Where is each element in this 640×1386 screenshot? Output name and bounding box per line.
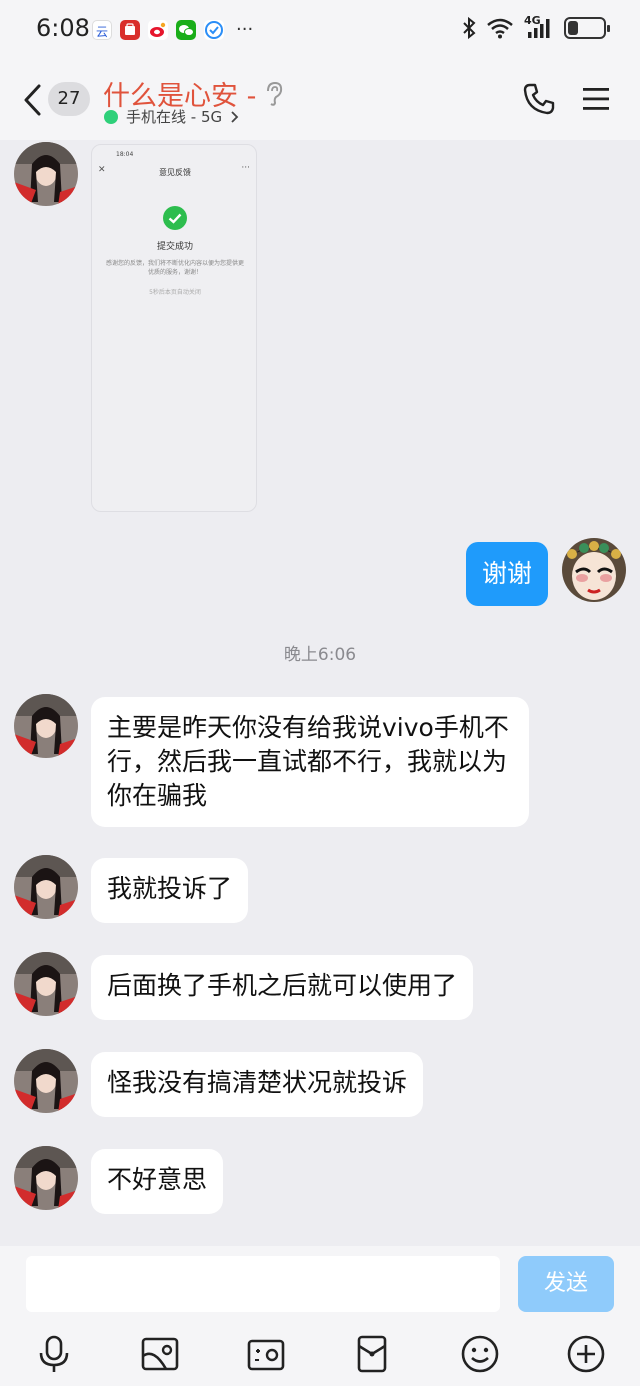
thumb-success-text: 提交成功 <box>156 242 193 252</box>
online-status-text: 手机在线 - 5G <box>126 108 223 126</box>
wifi-icon <box>487 18 513 39</box>
emoji-icon[interactable] <box>460 1334 500 1374</box>
phone-icon[interactable] <box>522 82 556 116</box>
contact-avatar[interactable] <box>14 1146 78 1210</box>
cellular-signal: 4G <box>524 14 554 40</box>
back-arrow-icon[interactable] <box>20 82 46 118</box>
battery-icon <box>564 17 610 39</box>
app-notification-icon: 云 <box>92 20 112 40</box>
incoming-message[interactable]: 我就投诉了 <box>91 858 249 923</box>
microphone-icon[interactable] <box>34 1334 74 1374</box>
contact-avatar[interactable] <box>14 952 78 1016</box>
incoming-message[interactable]: 主要是昨天你没有给我说vivo手机不行，然后我一直试都不行，我就以为你在骗我 <box>91 697 529 827</box>
incoming-message[interactable]: 怪我没有搞清楚状况就投诉 <box>91 1052 424 1117</box>
ear-icon <box>267 81 283 106</box>
thumb-description: 感谢您的反馈，我们将不断优化内容以便为您提供更优质的服务，谢谢！ <box>106 260 245 276</box>
shared-screenshot-image[interactable]: 18:04 ✕ 意见反馈 ··· 提交成功 感谢您的反馈，我们将不断优化内容以便… <box>91 144 257 512</box>
system-status: 4G <box>462 14 610 40</box>
signal-icon <box>528 19 550 38</box>
thumb-page-title: 意见反馈 <box>159 168 191 177</box>
image-icon[interactable] <box>140 1334 180 1374</box>
contact-avatar[interactable] <box>14 1049 78 1113</box>
plus-icon[interactable] <box>566 1334 606 1374</box>
composer: 发送 <box>0 1246 640 1386</box>
huawei-app-icon <box>120 20 140 40</box>
online-status[interactable]: 手机在线 - 5G <box>104 106 240 127</box>
send-button[interactable]: 发送 <box>518 1256 614 1312</box>
thumb-auto-close-note: 5秒后本页自动关闭 <box>149 289 201 296</box>
svg-text:云: 云 <box>96 25 108 39</box>
unread-count-badge[interactable]: 27 <box>48 82 90 116</box>
incoming-message[interactable]: 不好意思 <box>91 1149 224 1214</box>
thumb-status-time: 18:04 <box>116 151 134 158</box>
status-time: 6:08 <box>36 14 90 42</box>
verified-app-icon <box>204 20 224 40</box>
more-notifications-icon: ··· <box>236 19 254 40</box>
success-check-icon <box>163 206 187 230</box>
thumb-more-icon: ··· <box>241 163 250 173</box>
status-bar: 6:08 云 ··· 4G <box>0 0 640 60</box>
chevron-right-icon <box>231 110 239 123</box>
incoming-message[interactable]: 后面换了手机之后就可以使用了 <box>91 955 474 1020</box>
contact-avatar[interactable] <box>14 855 78 919</box>
contact-avatar[interactable] <box>14 694 78 758</box>
message-timestamp: 晚上6:06 <box>283 645 357 665</box>
online-dot-icon <box>104 109 118 124</box>
camera-icon[interactable] <box>246 1334 286 1374</box>
contact-avatar[interactable] <box>14 142 78 206</box>
menu-icon[interactable] <box>582 86 610 112</box>
red-packet-icon[interactable] <box>352 1334 392 1374</box>
wechat-icon <box>176 20 196 40</box>
weibo-icon <box>148 20 168 40</box>
bluetooth-icon <box>463 16 476 40</box>
chat-header: 27 什么是心安 - 手机在线 - 5G <box>0 60 640 140</box>
outgoing-message[interactable]: 谢谢 <box>466 542 549 606</box>
message-input[interactable] <box>26 1256 500 1312</box>
notification-icons: 云 ··· <box>92 20 253 40</box>
my-avatar[interactable] <box>562 538 626 602</box>
